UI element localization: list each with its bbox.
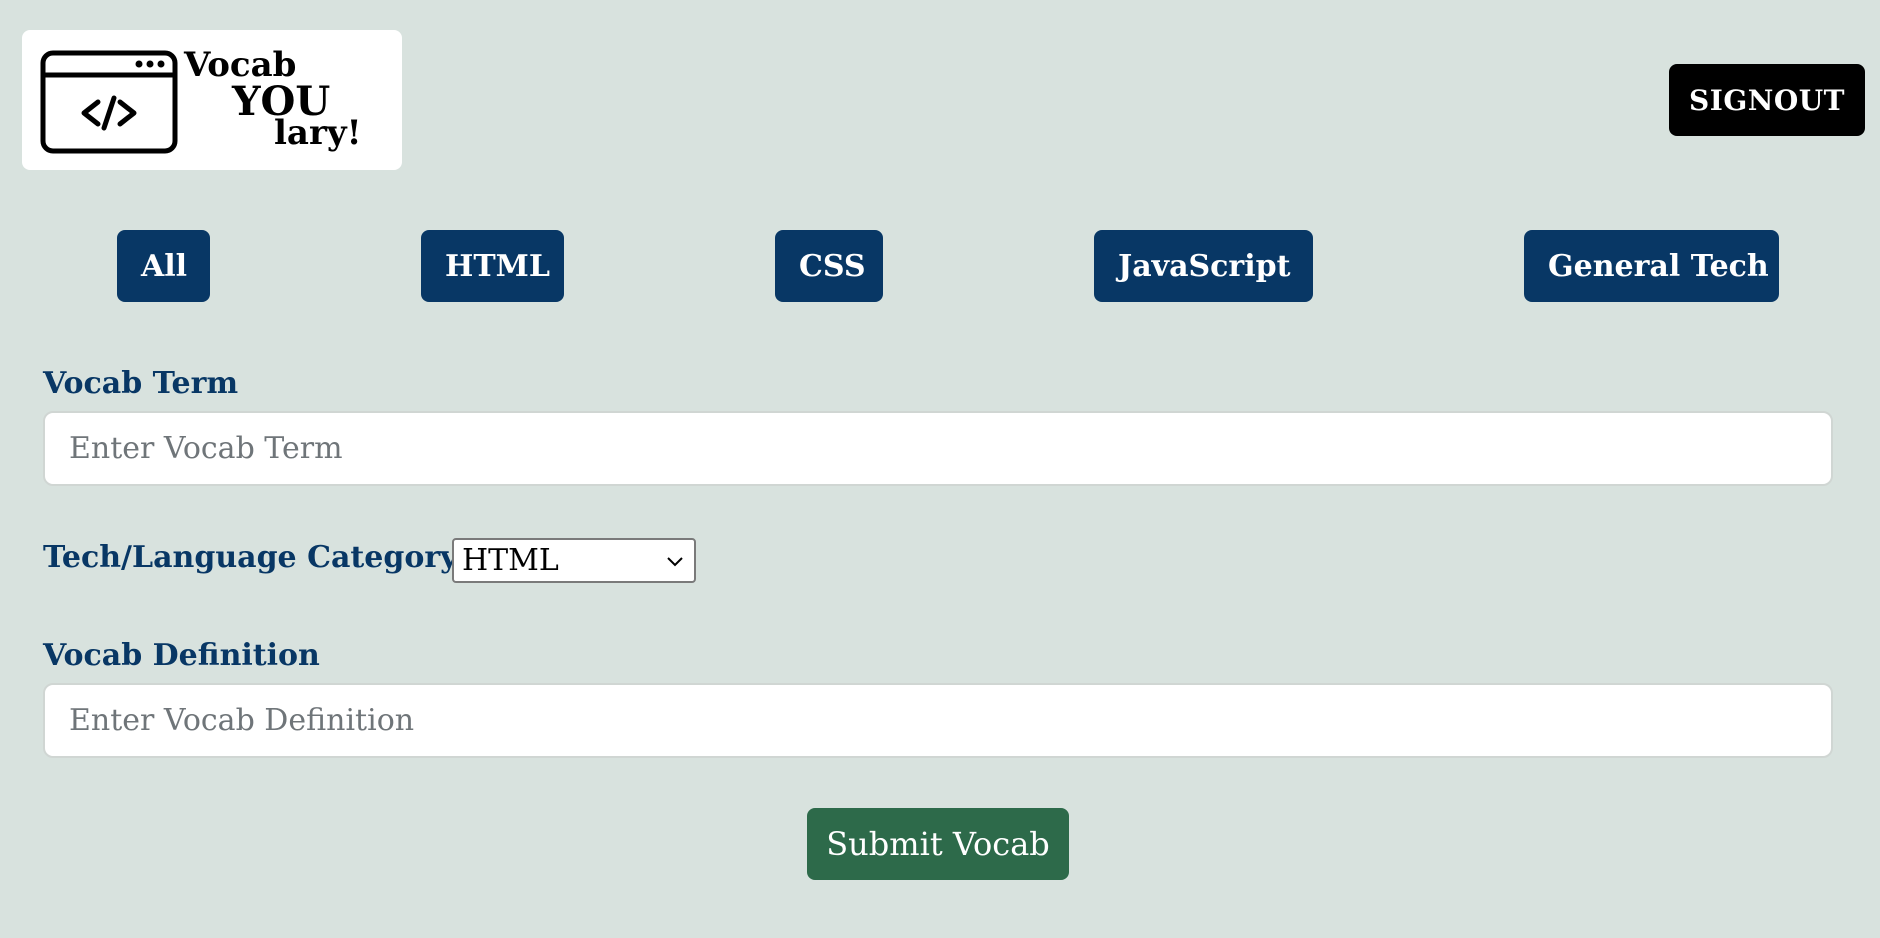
vocab-definition-label: Vocab Definition bbox=[43, 638, 320, 673]
submit-vocab-button[interactable]: Submit Vocab bbox=[807, 808, 1069, 880]
category-button-css[interactable]: CSS bbox=[775, 230, 883, 302]
page: Vocab YOU lary! SIGNOUT All HTML CSS Jav… bbox=[0, 0, 1880, 938]
vocab-definition-input[interactable] bbox=[43, 683, 1833, 758]
chevron-down-icon bbox=[667, 557, 683, 567]
category-select-value: HTML bbox=[462, 543, 559, 578]
category-button-general-tech[interactable]: General Tech bbox=[1524, 230, 1779, 302]
app-logo[interactable]: Vocab YOU lary! bbox=[22, 30, 402, 170]
vocab-term-label: Vocab Term bbox=[43, 366, 239, 401]
category-button-javascript[interactable]: JavaScript bbox=[1094, 230, 1313, 302]
category-button-all[interactable]: All bbox=[117, 230, 210, 302]
category-select-label: Tech/Language Category bbox=[43, 540, 458, 575]
logo-line-3: lary! bbox=[274, 113, 362, 153]
logo-line-1: Vocab bbox=[184, 45, 297, 85]
vocab-term-input[interactable] bbox=[43, 411, 1833, 486]
signout-button[interactable]: SIGNOUT bbox=[1669, 64, 1865, 136]
logo-wordmark: Vocab YOU lary! bbox=[22, 30, 402, 170]
category-button-html[interactable]: HTML bbox=[421, 230, 564, 302]
category-select[interactable]: HTML bbox=[452, 538, 696, 583]
